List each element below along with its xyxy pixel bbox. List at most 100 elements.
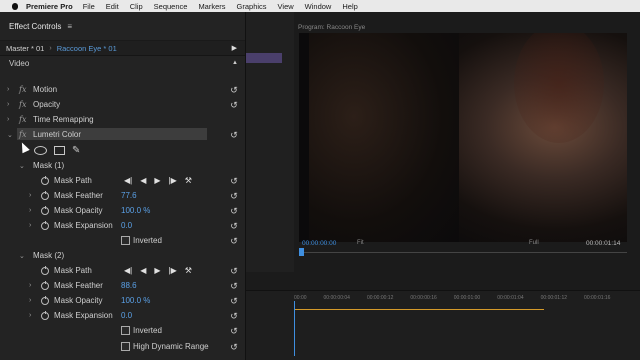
play-arrow-icon[interactable]: ▶ [232, 44, 237, 52]
ruler-tick-label: 00:00:00:16 [410, 295, 437, 301]
stopwatch-icon[interactable] [41, 280, 49, 290]
menu-sequence[interactable]: Sequence [154, 2, 188, 11]
track-forward-icon[interactable]: ▶ [154, 266, 160, 275]
mask-opacity-value[interactable]: 100.0 % [121, 206, 150, 215]
stopwatch-icon[interactable] [41, 310, 49, 320]
track-forward-one-icon[interactable]: |▶ [169, 266, 177, 275]
reset-icon[interactable]: ↺ [229, 85, 239, 95]
expand-triangle-icon[interactable]: › [29, 207, 31, 214]
ruler-tick-label: 00:00:00:04 [323, 295, 350, 301]
collapse-triangle-icon[interactable]: ⌄ [7, 131, 13, 139]
menu-clip[interactable]: Clip [130, 2, 143, 11]
fx-icon[interactable]: fx [19, 85, 26, 94]
effect-row-motion[interactable]: › fx Motion ↺ [0, 82, 246, 97]
expand-triangle-icon[interactable]: › [29, 192, 31, 199]
inverted-checkbox[interactable] [121, 326, 130, 335]
reset-icon[interactable]: ↺ [229, 296, 239, 306]
mask-opacity-value[interactable]: 100.0 % [121, 296, 150, 305]
reset-icon[interactable]: ↺ [229, 342, 239, 352]
wrench-icon[interactable]: ⚒ [185, 176, 192, 185]
track-backward-one-icon[interactable]: ◀| [124, 266, 132, 275]
mask-2-header[interactable]: ⌄ Mask (2) [0, 248, 246, 263]
mask-feather-value[interactable]: 77.6 [121, 191, 137, 200]
playback-resolution-select[interactable]: Full [529, 240, 539, 246]
ellipse-mask-icon[interactable] [34, 146, 47, 155]
stopwatch-icon[interactable] [41, 190, 49, 200]
reset-icon[interactable]: ↺ [229, 100, 239, 110]
reset-icon[interactable]: ↺ [229, 191, 239, 201]
menu-window[interactable]: Window [305, 2, 332, 11]
collapse-triangle-icon[interactable]: ⌄ [19, 252, 25, 260]
expand-triangle-icon[interactable]: › [7, 86, 9, 93]
mask-tracking-controls: ◀| ◀ ▶ |▶ ⚒ [124, 266, 192, 275]
timeline-playhead[interactable] [294, 301, 295, 356]
zoom-fit-select[interactable]: Fit [357, 240, 364, 246]
menu-edit[interactable]: Edit [106, 2, 119, 11]
reset-icon[interactable]: ↺ [229, 326, 239, 336]
collapse-triangle-icon[interactable]: ⌄ [19, 162, 25, 170]
reset-icon[interactable]: ↺ [229, 266, 239, 276]
expand-triangle-icon[interactable]: › [29, 312, 31, 319]
playhead-timecode[interactable]: 00:00:00:00 [302, 240, 336, 247]
program-video-frame[interactable] [299, 33, 627, 242]
mask-feather-label: Mask Feather [54, 191, 103, 200]
playhead-marker[interactable] [299, 248, 304, 256]
reset-icon[interactable]: ↺ [229, 281, 239, 291]
clip-name[interactable]: Raccoon Eye * 01 [57, 44, 117, 53]
menu-graphics[interactable]: Graphics [237, 2, 267, 11]
expand-triangle-icon[interactable]: › [7, 116, 9, 123]
fx-icon[interactable]: fx [19, 100, 26, 109]
master-clip-label[interactable]: Master * 01 [6, 44, 44, 53]
expand-triangle-icon[interactable]: › [29, 282, 31, 289]
mask-2-expansion-row: › Mask Expansion 0.0 ↺ [0, 308, 246, 323]
menu-view[interactable]: View [278, 2, 294, 11]
track-forward-one-icon[interactable]: |▶ [169, 176, 177, 185]
tab-effect-controls[interactable]: Effect Controls [9, 22, 61, 31]
work-area-bar[interactable] [294, 309, 544, 310]
track-backward-icon[interactable]: ◀ [140, 176, 146, 185]
track-backward-icon[interactable]: ◀ [140, 266, 146, 275]
timeline-ruler[interactable]: 00:00 00:00:00:04 00:00:00:12 00:00:00:1… [294, 295, 610, 301]
reset-icon[interactable]: ↺ [229, 130, 239, 140]
reset-icon[interactable]: ↺ [229, 236, 239, 246]
program-monitor-title[interactable]: Program: Raccoon Eye [298, 24, 365, 31]
reset-icon[interactable]: ↺ [229, 176, 239, 186]
mask-expansion-value[interactable]: 0.0 [121, 311, 132, 320]
stopwatch-icon[interactable] [41, 205, 49, 215]
stopwatch-icon[interactable] [41, 175, 49, 185]
apple-icon[interactable] [10, 1, 20, 11]
reset-icon[interactable]: ↺ [229, 221, 239, 231]
effect-row-time-remapping[interactable]: › fx Time Remapping [0, 112, 246, 127]
source-panel-strip [246, 12, 294, 272]
effect-row-opacity[interactable]: › fx Opacity ↺ [0, 97, 246, 112]
collapse-up-icon[interactable]: ▲ [232, 60, 238, 66]
mask-expansion-value[interactable]: 0.0 [121, 221, 132, 230]
stopwatch-icon[interactable] [41, 295, 49, 305]
stopwatch-icon[interactable] [41, 265, 49, 275]
expand-triangle-icon[interactable]: › [7, 101, 9, 108]
pen-tool-icon[interactable]: ✎ [72, 145, 80, 156]
wrench-icon[interactable]: ⚒ [185, 266, 192, 275]
menu-app-name[interactable]: Premiere Pro [26, 2, 73, 11]
mask-feather-value[interactable]: 88.6 [121, 281, 137, 290]
inverted-checkbox[interactable] [121, 236, 130, 245]
rectangle-mask-icon[interactable] [54, 146, 65, 155]
menu-markers[interactable]: Markers [198, 2, 225, 11]
expand-triangle-icon[interactable]: › [29, 297, 31, 304]
menu-help[interactable]: Help [342, 2, 357, 11]
track-forward-icon[interactable]: ▶ [154, 176, 160, 185]
mask-2-inverted-row: Inverted ↺ [0, 323, 246, 338]
reset-icon[interactable]: ↺ [229, 311, 239, 321]
menu-file[interactable]: File [83, 2, 95, 11]
effect-row-lumetri-color[interactable]: ⌄ fx Lumetri Color ↺ [0, 127, 246, 142]
stopwatch-icon[interactable] [41, 220, 49, 230]
reset-icon[interactable]: ↺ [229, 206, 239, 216]
mask-1-header[interactable]: ⌄ Mask (1) [0, 158, 246, 173]
expand-triangle-icon[interactable]: › [29, 222, 31, 229]
fx-icon[interactable]: fx [19, 115, 26, 124]
hdr-checkbox[interactable] [121, 342, 130, 351]
monitor-scrub-bar[interactable] [299, 252, 627, 253]
panel-menu-icon[interactable]: ≡ [67, 22, 72, 31]
fx-icon[interactable]: fx [19, 130, 26, 139]
track-backward-one-icon[interactable]: ◀| [124, 176, 132, 185]
